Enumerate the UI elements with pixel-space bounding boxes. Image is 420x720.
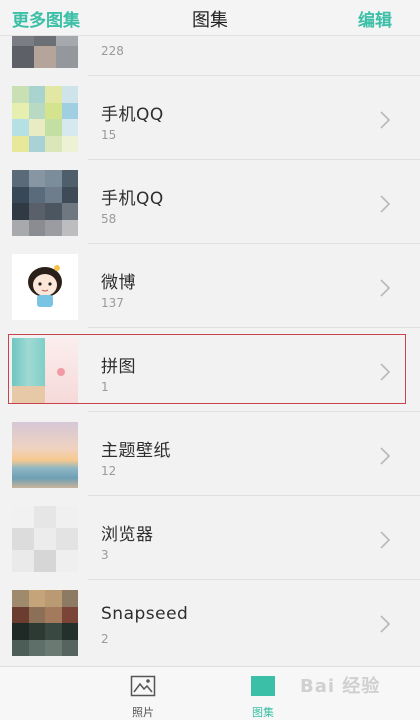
album-thumbnail: [12, 170, 78, 236]
album-name: 手机QQ: [101, 105, 164, 125]
page-title: 图集: [192, 10, 228, 31]
tab-albums[interactable]: 图集: [233, 675, 293, 720]
chevron-right-icon: [380, 279, 391, 297]
chevron-right-icon: [380, 111, 391, 129]
album-row[interactable]: 微博 137: [0, 244, 420, 328]
album-row[interactable]: 浏览器 3: [0, 496, 420, 580]
chevron-right-icon: [380, 615, 391, 633]
chevron-right-icon: [380, 195, 391, 213]
album-count: 15: [101, 128, 117, 142]
album-count: 58: [101, 212, 117, 226]
chevron-right-icon: [380, 531, 391, 549]
album-name: 手机QQ: [101, 189, 164, 209]
album-count: 228: [101, 44, 124, 58]
album-name: 浏览器: [101, 525, 154, 545]
watermark: Bai 经验: [300, 676, 381, 697]
album-count: 12: [101, 464, 117, 478]
album-list: 228 手机QQ 15 手机QQ 58 微博 137 拼图 1 主题壁纸 12 …: [0, 36, 420, 666]
album-name: Snapseed: [101, 604, 189, 624]
album-row[interactable]: 手机QQ 58: [0, 160, 420, 244]
edit-button[interactable]: 编辑: [358, 6, 392, 31]
album-count: 3: [101, 548, 109, 562]
photo-icon: [130, 675, 156, 697]
album-count: 137: [101, 296, 124, 310]
album-thumbnail: [12, 254, 78, 320]
album-row[interactable]: 手机QQ 15: [0, 76, 420, 160]
album-name: 微博: [101, 273, 136, 293]
album-row[interactable]: Snapseed 2: [0, 580, 420, 664]
album-thumbnail: [12, 86, 78, 152]
album-row[interactable]: 主题壁纸 12: [0, 412, 420, 496]
album-icon: [251, 676, 275, 696]
selection-highlight: [8, 334, 406, 404]
album-row[interactable]: 228: [0, 36, 420, 76]
chevron-right-icon: [380, 447, 391, 465]
cartoon-girl-icon: [12, 254, 78, 320]
top-bar: 更多图集 图集 编辑: [0, 0, 420, 36]
tab-photos[interactable]: 照片: [113, 675, 173, 720]
tab-albums-label: 图集: [252, 706, 274, 719]
album-count: 2: [101, 632, 109, 646]
tab-photos-label: 照片: [132, 706, 154, 719]
album-name: 主题壁纸: [101, 441, 171, 461]
album-thumbnail: [12, 506, 78, 572]
album-thumbnail: [12, 590, 78, 656]
album-thumbnail: [12, 422, 78, 488]
album-thumbnail: [12, 36, 78, 68]
